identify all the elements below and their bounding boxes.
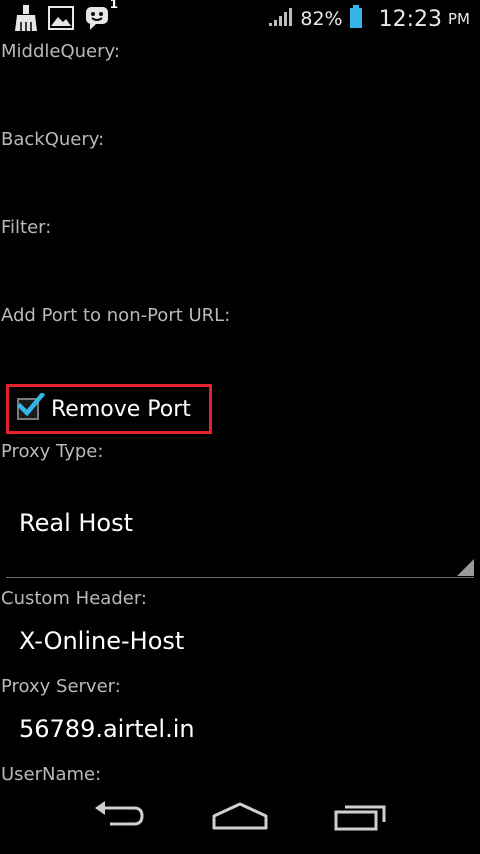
proxy-type-dropdown[interactable]: Real Host xyxy=(6,488,474,578)
status-bar: 1 82% 12:23 PM xyxy=(0,0,480,38)
gallery-image-icon xyxy=(48,6,74,34)
clock-ampm: PM xyxy=(448,10,470,28)
signal-bars-icon xyxy=(268,7,294,31)
proxy-type-selected-value: Real Host xyxy=(19,509,134,537)
remove-port-label: Remove Port xyxy=(51,396,191,422)
notification-area: 1 xyxy=(14,0,118,36)
system-status: 82% 12:23 PM xyxy=(268,4,470,34)
navigation-bar xyxy=(0,782,480,854)
screen: 1 82% 12:23 PM MiddleQuery: BackQuery: F… xyxy=(0,0,480,854)
chat-notification-icon: 1 xyxy=(84,0,118,36)
recent-apps-icon xyxy=(332,800,388,836)
battery-icon xyxy=(349,5,363,33)
check-mark-icon xyxy=(17,393,45,417)
cleanup-brush-icon xyxy=(14,5,38,35)
back-arrow-icon xyxy=(92,800,148,836)
home-icon xyxy=(211,800,269,836)
battery-percent: 82% xyxy=(300,8,343,30)
remove-port-checkbox-row[interactable]: Remove Port xyxy=(6,384,212,434)
remove-port-checkbox[interactable] xyxy=(17,393,45,420)
proxy-server-field[interactable]: 56789.airtel.in xyxy=(19,714,195,744)
dropdown-underline xyxy=(6,577,474,578)
add-port-label: Add Port to non-Port URL: xyxy=(1,305,231,326)
middle-query-label: MiddleQuery: xyxy=(1,41,120,62)
recent-apps-button[interactable] xyxy=(320,796,400,840)
filter-label: Filter: xyxy=(1,217,52,238)
settings-form: MiddleQuery: BackQuery: Filter: Add Port… xyxy=(0,38,480,782)
proxy-type-label: Proxy Type: xyxy=(1,441,104,462)
back-query-label: BackQuery: xyxy=(1,129,105,150)
custom-header-label: Custom Header: xyxy=(1,588,147,609)
custom-header-field[interactable]: X-Online-Host xyxy=(19,626,184,656)
back-button[interactable] xyxy=(80,796,160,840)
home-button[interactable] xyxy=(200,796,280,840)
dropdown-triangle-icon xyxy=(457,559,474,576)
username-label: UserName: xyxy=(1,764,102,782)
clock-time: 12:23 xyxy=(378,6,442,32)
notification-badge: 1 xyxy=(109,0,118,11)
proxy-server-label: Proxy Server: xyxy=(1,676,121,697)
